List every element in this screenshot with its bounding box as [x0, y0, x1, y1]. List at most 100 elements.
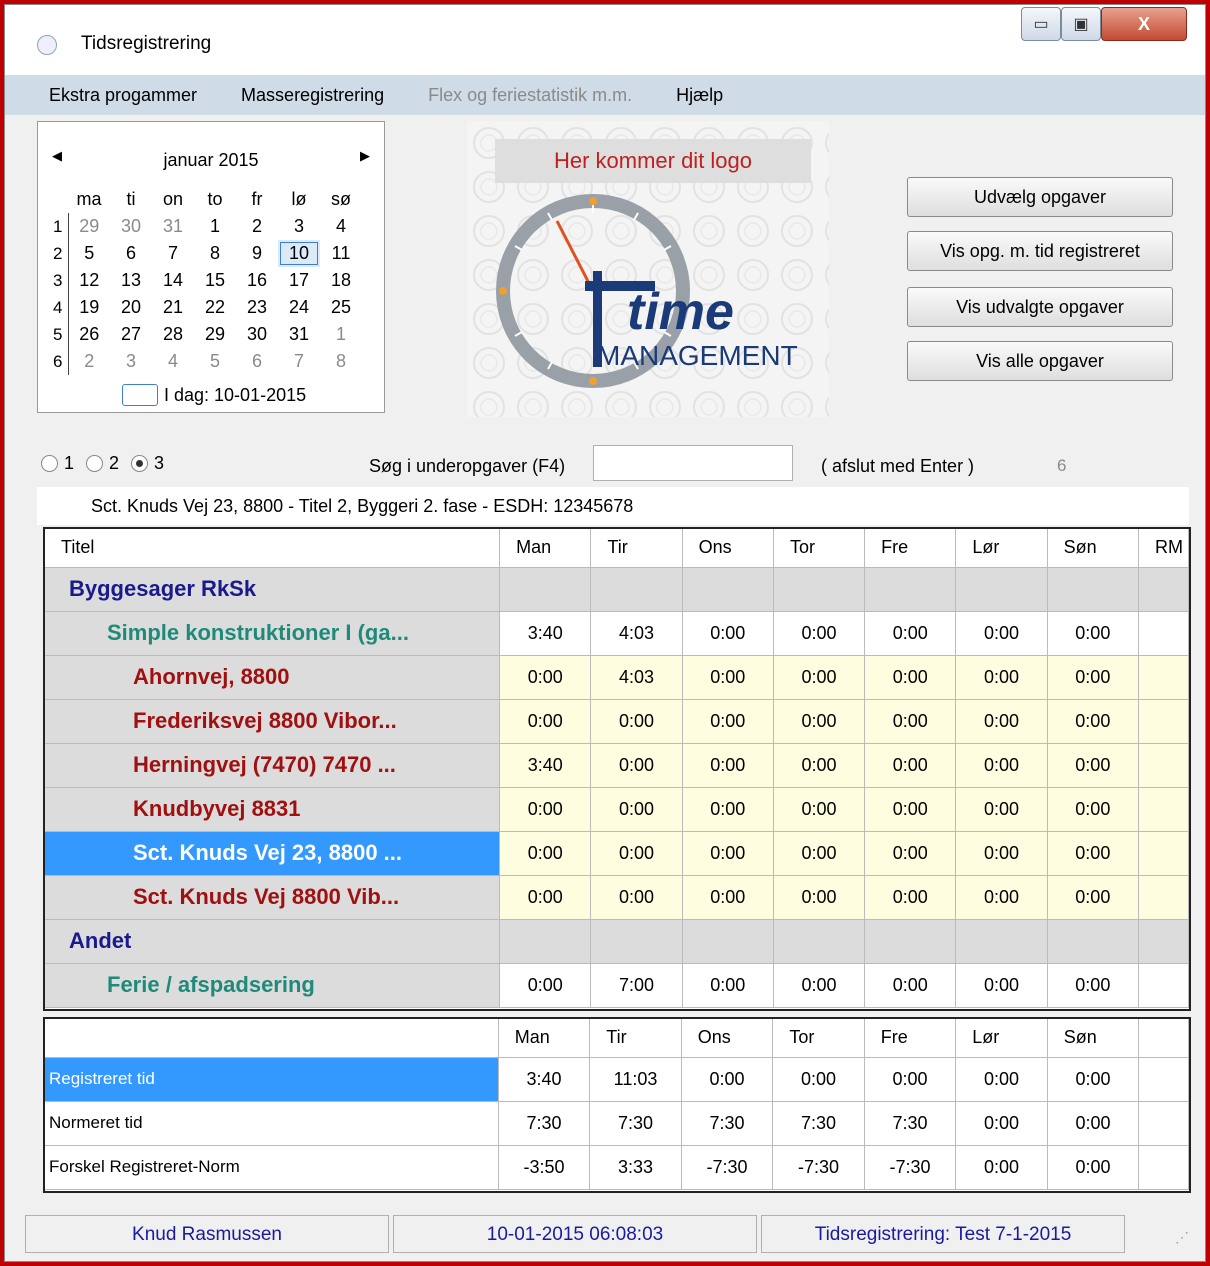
task-row[interactable]: Ahornvej, 8800 0:00 4:03 0:00 0:00 0:00 0:00 0:… [45, 655, 1189, 700]
column-header[interactable]: Man [499, 529, 592, 568]
calendar-day[interactable]: 20 [110, 294, 152, 321]
time-cell[interactable]: 0:00 [864, 963, 957, 1008]
calendar-day[interactable]: 29 [194, 321, 236, 348]
calendar-day[interactable]: 30 [236, 321, 278, 348]
time-cell[interactable]: 0:00 [682, 743, 774, 788]
calendar-day[interactable]: 28 [152, 321, 194, 348]
time-cell[interactable] [1047, 567, 1140, 612]
calendar-day[interactable]: 25 [320, 294, 362, 321]
rm-cell[interactable] [1138, 787, 1189, 832]
time-cell[interactable]: 0:00 [499, 963, 592, 1008]
time-cell[interactable]: 0:00 [773, 611, 866, 656]
time-cell[interactable] [773, 567, 866, 612]
time-cell[interactable] [773, 919, 866, 964]
time-cell[interactable]: 0:00 [955, 743, 1048, 788]
time-cell[interactable]: 0:00 [590, 875, 683, 920]
task-row[interactable]: Sct. Knuds Vej 8800 Vib... 0:00 0:00 0:00 0:… [45, 875, 1189, 920]
calendar-day[interactable]: 7 [278, 348, 320, 375]
calendar-day[interactable]: 6 [236, 348, 278, 375]
time-cell[interactable]: 0:00 [682, 611, 774, 656]
time-cell[interactable]: 0:00 [864, 699, 957, 744]
time-cell[interactable]: 0:00 [955, 699, 1048, 744]
show-registered-button[interactable]: Vis opg. m. tid registreret [907, 231, 1173, 271]
rm-cell[interactable] [1138, 567, 1189, 612]
time-cell[interactable]: 0:00 [955, 787, 1048, 832]
time-cell[interactable]: 0:00 [1047, 875, 1140, 920]
time-cell[interactable]: 0:00 [955, 655, 1048, 700]
task-title[interactable]: Byggesager RkSk [45, 567, 501, 612]
rm-cell[interactable] [1138, 699, 1189, 744]
calendar-day[interactable]: 1 [320, 321, 362, 348]
calendar-day[interactable]: 16 [236, 267, 278, 294]
calendar-day[interactable]: 1 [194, 213, 236, 240]
calendar-day[interactable]: 29 [68, 213, 110, 240]
menu-masseregistrering[interactable]: Masseregistrering [241, 85, 384, 106]
level-1-radio[interactable] [41, 455, 58, 472]
time-cell[interactable]: 0:00 [864, 743, 957, 788]
time-cell[interactable] [1047, 919, 1140, 964]
calendar-day[interactable]: 18 [320, 267, 362, 294]
task-row[interactable]: Ferie / afspadsering 0:00 7:00 0:00 0:00 0:00… [45, 963, 1189, 1008]
time-cell[interactable]: 0:00 [499, 699, 592, 744]
time-cell[interactable]: 0:00 [499, 831, 592, 876]
task-row[interactable]: Sct. Knuds Vej 23, 8800 ... 0:00 0:00 0:00 0… [45, 831, 1189, 876]
task-row[interactable]: Simple konstruktioner I (ga... 3:40 4:03 0:… [45, 611, 1189, 656]
time-cell[interactable] [682, 919, 774, 964]
time-cell[interactable]: 4:03 [590, 655, 683, 700]
show-all-button[interactable]: Vis alle opgaver [907, 341, 1173, 381]
time-cell[interactable]: 0:00 [590, 743, 683, 788]
calendar-day[interactable]: 24 [278, 294, 320, 321]
time-cell[interactable]: 3:40 [499, 743, 592, 788]
calendar-day[interactable]: 3 [110, 348, 152, 375]
calendar-day[interactable]: 23 [236, 294, 278, 321]
time-cell[interactable]: 0:00 [864, 787, 957, 832]
task-title[interactable]: Knudbyvej 8831 [45, 787, 501, 832]
column-header[interactable]: Titel [45, 529, 501, 568]
time-cell[interactable]: 0:00 [773, 963, 866, 1008]
task-title[interactable]: Andet [45, 919, 501, 964]
rm-cell[interactable] [1138, 875, 1189, 920]
time-cell[interactable] [864, 919, 957, 964]
time-cell[interactable]: 0:00 [864, 611, 957, 656]
calendar-day[interactable]: 22 [194, 294, 236, 321]
rm-cell[interactable] [1138, 831, 1189, 876]
maximize-button[interactable]: ▣ [1061, 7, 1101, 41]
calendar-day[interactable]: 27 [110, 321, 152, 348]
time-cell[interactable]: 0:00 [1047, 831, 1140, 876]
calendar-day[interactable]: 9 [236, 240, 278, 267]
time-cell[interactable]: 0:00 [682, 699, 774, 744]
close-button[interactable]: X [1101, 7, 1187, 41]
time-cell[interactable] [955, 567, 1048, 612]
column-header[interactable]: Søn [1047, 529, 1140, 568]
time-cell[interactable] [590, 919, 683, 964]
calendar-day[interactable]: 4 [320, 213, 362, 240]
rm-cell[interactable] [1138, 963, 1189, 1008]
calendar-day[interactable]: 13 [110, 267, 152, 294]
calendar-day[interactable]: 5 [194, 348, 236, 375]
calendar-day[interactable]: 3 [278, 213, 320, 240]
time-cell[interactable]: 0:00 [1047, 963, 1140, 1008]
menu-hjaelp[interactable]: Hjælp [676, 85, 723, 106]
time-cell[interactable]: 0:00 [864, 655, 957, 700]
rm-cell[interactable] [1138, 743, 1189, 788]
summary-row[interactable]: Registreret tid 3:40 11:03 0:00 0:00 0:00 0:00… [45, 1057, 1189, 1102]
calendar-day[interactable]: 26 [68, 321, 110, 348]
calendar-day[interactable]: 17 [278, 267, 320, 294]
column-header[interactable]: Tir [590, 529, 683, 568]
time-cell[interactable]: 0:00 [955, 611, 1048, 656]
calendar-day[interactable]: 19 [68, 294, 110, 321]
time-cell[interactable]: 7:00 [590, 963, 683, 1008]
column-header[interactable]: Ons [682, 529, 774, 568]
select-tasks-button[interactable]: Udvælg opgaver [907, 177, 1173, 217]
search-input[interactable] [593, 445, 793, 481]
time-cell[interactable]: 0:00 [773, 699, 866, 744]
calendar-day[interactable]: 2 [236, 213, 278, 240]
time-cell[interactable]: 0:00 [864, 875, 957, 920]
time-cell[interactable]: 0:00 [1047, 743, 1140, 788]
show-selected-button[interactable]: Vis udvalgte opgaver [907, 287, 1173, 327]
rm-cell[interactable] [1138, 919, 1189, 964]
time-cell[interactable]: 0:00 [682, 875, 774, 920]
calendar-day[interactable]: 11 [320, 240, 362, 267]
time-cell[interactable]: 0:00 [682, 963, 774, 1008]
summary-grid[interactable]: Man Tir Ons Tor Fre Lør Søn Registreret tid 3:40… [43, 1017, 1191, 1193]
